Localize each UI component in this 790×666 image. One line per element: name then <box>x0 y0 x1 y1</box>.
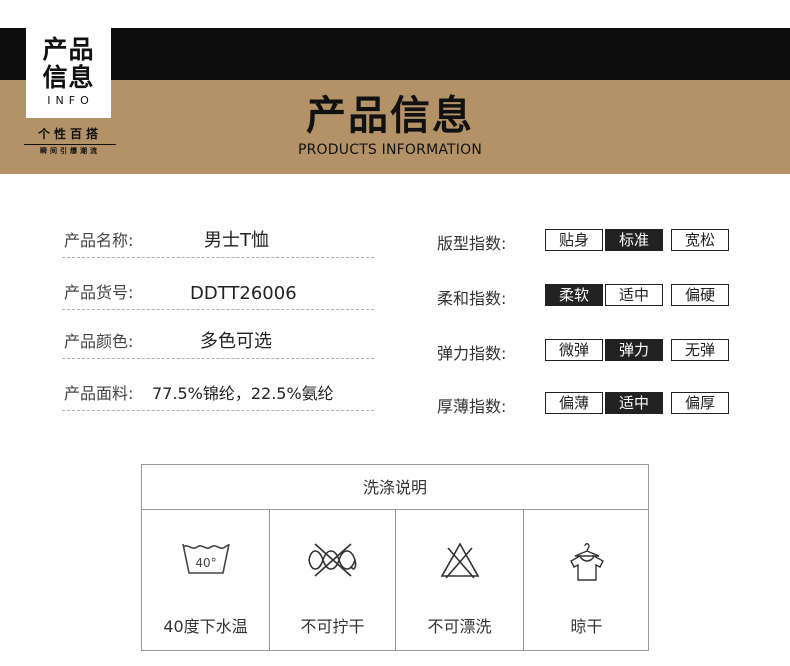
info-value: 多色可选 <box>200 331 272 352</box>
index-label-stretch: 弹力指数: <box>437 344 507 363</box>
info-label: 产品颜色: <box>64 332 134 351</box>
stretch-option-stretch: 弹力 <box>605 339 663 361</box>
info-row-color: 产品颜色: 多色可选 <box>62 329 374 359</box>
info-row-name: 产品名称: 男士T恤 <box>62 228 374 258</box>
stretch-option-none: 无弹 <box>671 339 729 361</box>
thickness-option-thin: 偏薄 <box>545 392 603 414</box>
fit-option-tight: 贴身 <box>545 229 603 251</box>
badge-line-3: INFO <box>47 94 94 107</box>
softness-option-medium: 适中 <box>605 284 663 306</box>
care-label-wash: 40度下水温 <box>163 617 248 636</box>
care-cell-hang-dry: 晾干 <box>524 510 649 651</box>
tagline-sub: 瞬间引爆潮流 <box>24 144 116 156</box>
softness-option-soft: 柔软 <box>545 284 603 306</box>
header-black-band <box>0 28 790 80</box>
stretch-option-slight: 微弹 <box>545 339 603 361</box>
no-wring-icon <box>305 540 361 584</box>
care-label-no-bleach: 不可漂洗 <box>427 617 492 636</box>
tagline: 个性百搭 瞬间引爆潮流 <box>20 127 120 156</box>
info-row-sku: 产品货号: DDTT26006 <box>62 280 374 310</box>
care-cell-no-wring: 不可拧干 <box>270 510 396 651</box>
info-label: 产品货号: <box>64 283 134 302</box>
index-label-softness: 柔和指数: <box>437 289 507 308</box>
index-label-fit: 版型指数: <box>437 234 507 253</box>
care-cell-no-bleach: 不可漂洗 <box>396 510 524 651</box>
info-label: 产品面料: <box>64 384 134 403</box>
wash-40-icon: 40° <box>180 540 232 582</box>
info-row-fabric: 产品面料: 77.5%锦纶，22.5%氨纶 <box>62 381 374 411</box>
fit-option-standard: 标准 <box>605 229 663 251</box>
hang-dry-icon <box>565 540 609 588</box>
info-value: 男士T恤 <box>204 230 269 251</box>
no-bleach-icon <box>438 540 482 584</box>
info-value: 77.5%锦纶，22.5%氨纶 <box>152 384 334 403</box>
tagline-main: 个性百搭 <box>37 127 102 141</box>
thickness-option-medium: 适中 <box>605 392 663 414</box>
svg-text:40°: 40° <box>195 556 216 570</box>
info-badge: 产品 信息 INFO <box>26 28 111 118</box>
softness-option-hard: 偏硬 <box>671 284 729 306</box>
info-value: DDTT26006 <box>190 283 297 304</box>
badge-line-1: 产品 <box>42 35 95 64</box>
thickness-option-thick: 偏厚 <box>671 392 729 414</box>
care-title: 洗涤说明 <box>142 465 648 510</box>
care-label-no-wring: 不可拧干 <box>300 617 365 636</box>
care-label-hang-dry: 晾干 <box>570 617 603 636</box>
info-label: 产品名称: <box>64 231 134 250</box>
badge-line-2: 信息 <box>42 63 95 92</box>
care-instructions-table: 洗涤说明 40° 40度下水温 不可拧干 不可漂洗 晾干 <box>141 464 649 651</box>
fit-option-loose: 宽松 <box>671 229 729 251</box>
page-subtitle: PRODUCTS INFORMATION <box>297 142 483 158</box>
care-cell-wash: 40° 40度下水温 <box>142 510 270 651</box>
index-label-thickness: 厚薄指数: <box>437 397 507 416</box>
page-title: 产品信息 <box>306 93 474 139</box>
